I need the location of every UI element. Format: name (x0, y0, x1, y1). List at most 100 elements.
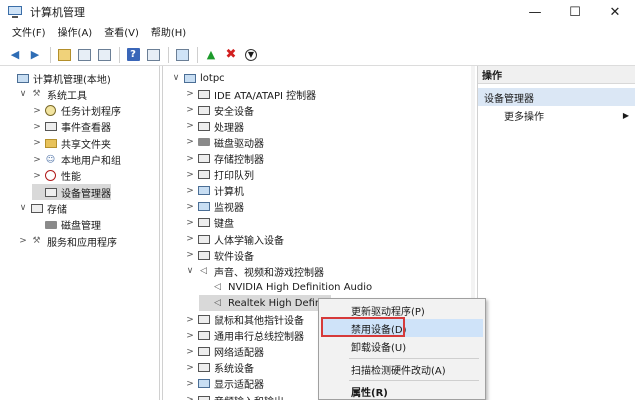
system-device-icon (197, 362, 210, 374)
console-tree-item[interactable]: 设备管理器 (32, 184, 111, 201)
title-bar: 计算机管理 — ☐ ✕ (0, 0, 635, 24)
menu-view[interactable]: 查看(V) (98, 24, 145, 44)
device-tree-item[interactable]: > 计算机 (185, 183, 244, 199)
ctx-uninstall-device[interactable]: 卸载设备(U) (321, 337, 483, 355)
collapsed-chevron-icon[interactable]: > (185, 363, 195, 373)
more-actions-label: 更多操作 (504, 111, 544, 123)
device-tree-item[interactable]: > 安全设备 (185, 102, 254, 118)
collapsed-chevron-icon[interactable]: > (185, 250, 195, 260)
device-tree-item[interactable]: ∨ lotpc (171, 70, 225, 86)
maximize-button[interactable]: ☐ (555, 0, 595, 24)
console-tree-item[interactable]: > 共享文件夹 (32, 135, 111, 151)
device-tree-item[interactable]: > 软件设备 (185, 247, 254, 263)
ctx-scan-hardware[interactable]: 扫描检测硬件改动(A) (321, 360, 483, 378)
up-folder-icon[interactable] (55, 46, 73, 64)
collapsed-chevron-icon[interactable]: > (185, 395, 195, 400)
device-tree-item[interactable]: > 人体学输入设备 (185, 231, 284, 247)
device-tree-item[interactable]: > 存储控制器 (185, 151, 264, 167)
collapsed-chevron-icon[interactable]: > (185, 105, 195, 115)
device-tree-item[interactable]: > 磁盘驱动器 (185, 134, 264, 150)
collapsed-chevron-icon[interactable]: > (32, 106, 42, 116)
device-tree-item[interactable]: > 显示适配器 (185, 376, 264, 392)
collapsed-chevron-icon[interactable]: > (185, 137, 195, 147)
menu-action[interactable]: 操作(A) (52, 24, 99, 44)
console-tree: 计算机管理(本地) ∨ ⚒ 系统工具 > 任务计划程序 > 事件查看器 > 共享文件夹 > ☺ 本地用户… (0, 66, 160, 400)
menu-bar: 文件(F) 操作(A) 查看(V) 帮助(H) (0, 24, 635, 44)
menu-help[interactable]: 帮助(H) (145, 24, 192, 44)
uninstall-icon[interactable]: ✖ (222, 46, 240, 64)
device-tree-item-label: 监视器 (214, 203, 244, 215)
device-tree-item[interactable]: ∨ ◁ 声音、视频和游戏控制器 (185, 263, 324, 279)
device-tree-item-label: 打印队列 (214, 171, 254, 183)
console-tree-item-label: 计算机管理(本地) (33, 74, 111, 86)
collapsed-chevron-icon[interactable]: > (185, 218, 195, 228)
keyboard-icon (197, 217, 210, 229)
more-actions[interactable]: 更多操作 ▶ (478, 106, 635, 124)
console-tree-item[interactable]: ∨ ⚒ 系统工具 (18, 86, 87, 102)
collapsed-chevron-icon[interactable]: > (32, 138, 42, 148)
back-icon[interactable]: ◀ (6, 46, 24, 64)
device-tree-item[interactable]: > 处理器 (185, 118, 244, 134)
expanded-chevron-icon[interactable]: ∨ (185, 266, 195, 276)
context-menu: 更新驱动程序(P) 禁用设备(D) 卸载设备(U) 扫描检测硬件改动(A) 属性… (318, 298, 486, 400)
console-tree-item[interactable]: > ⚒ 服务和应用程序 (18, 233, 117, 249)
console-tree-item[interactable]: 计算机管理(本地) (4, 70, 111, 86)
device-tree-item-label: 系统设备 (214, 364, 254, 376)
hid-icon (197, 233, 210, 245)
collapsed-chevron-icon[interactable]: > (32, 155, 42, 165)
actions-section-device-manager[interactable]: 设备管理器 (478, 88, 635, 106)
collapsed-chevron-icon[interactable]: > (185, 379, 195, 389)
menu-file[interactable]: 文件(F) (6, 24, 52, 44)
collapsed-chevron-icon[interactable]: > (185, 121, 195, 131)
console-tree-item[interactable]: > ☺ 本地用户和组 (32, 152, 121, 168)
help-icon[interactable]: ? (124, 46, 142, 64)
collapsed-chevron-icon[interactable]: > (185, 331, 195, 341)
console-tree-item[interactable]: 磁盘管理 (32, 217, 101, 233)
device-tree-item-label: 键盘 (214, 219, 234, 231)
collapsed-chevron-icon[interactable]: > (185, 89, 195, 99)
device-manager-icon (44, 186, 57, 198)
console-tree-item[interactable]: > 事件查看器 (32, 119, 111, 135)
device-tree-item[interactable]: > 系统设备 (185, 360, 254, 376)
device-tree-item[interactable]: > 监视器 (185, 199, 244, 215)
device-tree-item-label: 通用串行总线控制器 (214, 332, 304, 344)
collapsed-chevron-icon[interactable]: > (185, 315, 195, 325)
collapsed-chevron-icon[interactable]: > (185, 347, 195, 357)
collapsed-chevron-icon[interactable]: > (185, 186, 195, 196)
console-tree-item[interactable]: ∨ 存储 (18, 200, 67, 216)
expanded-chevron-icon[interactable]: ∨ (171, 73, 181, 83)
device-tree-item[interactable]: ◁ NVIDIA High Definition Audio (199, 279, 372, 295)
ctx-properties-label: 属性(R) (351, 387, 388, 399)
toolbar: ◀ ▶ ? ▲ ✖ ▼ (0, 44, 635, 66)
expanded-chevron-icon[interactable]: ∨ (18, 89, 28, 99)
minimize-button[interactable]: — (515, 0, 555, 24)
collapsed-chevron-icon[interactable]: > (32, 171, 42, 181)
device-tree-item[interactable]: > 通用串行总线控制器 (185, 328, 304, 344)
collapsed-chevron-icon[interactable]: > (32, 122, 42, 132)
close-button[interactable]: ✕ (595, 0, 635, 24)
collapsed-chevron-icon[interactable]: > (185, 170, 195, 180)
device-tree-item[interactable]: > 音频输入和输出 (185, 392, 284, 400)
console-tree-item[interactable]: > 任务计划程序 (32, 103, 121, 119)
device-tree-item[interactable]: > 网络适配器 (185, 344, 264, 360)
monitor-icon[interactable] (173, 46, 191, 64)
device-tree-item[interactable]: > 键盘 (185, 215, 234, 231)
console-tree-item[interactable]: > 性能 (32, 168, 81, 184)
ctx-properties[interactable]: 属性(R) (321, 382, 483, 400)
collapsed-chevron-icon[interactable]: > (18, 236, 28, 246)
forward-icon[interactable]: ▶ (26, 46, 44, 64)
device-tree-item[interactable]: ◁ Realtek High Definiti (199, 295, 331, 312)
collapsed-chevron-icon[interactable]: > (185, 202, 195, 212)
collapsed-chevron-icon[interactable]: > (185, 154, 195, 164)
enable-device-icon[interactable]: ▼ (242, 46, 260, 64)
device-tree-item[interactable]: > 打印队列 (185, 167, 254, 183)
update-driver-icon[interactable]: ▲ (202, 46, 220, 64)
ide-icon (197, 88, 210, 100)
show-hide-console-tree-icon[interactable] (75, 46, 93, 64)
expanded-chevron-icon[interactable]: ∨ (18, 203, 28, 213)
action-pane-icon[interactable] (144, 46, 162, 64)
device-tree-item[interactable]: > 鼠标和其他指针设备 (185, 312, 304, 328)
device-tree-item[interactable]: > IDE ATA/ATAPI 控制器 (185, 86, 316, 102)
collapsed-chevron-icon[interactable]: > (185, 234, 195, 244)
properties-icon[interactable] (95, 46, 113, 64)
